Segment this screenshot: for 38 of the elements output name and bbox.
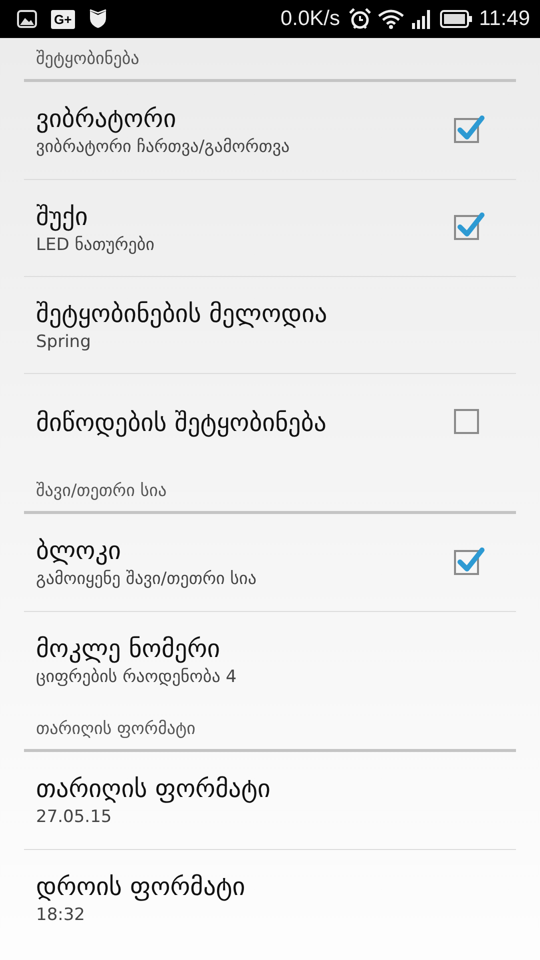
checkbox[interactable] xyxy=(454,112,486,142)
network-speed: 0.0K/s xyxy=(280,7,340,31)
checkbox[interactable] xyxy=(454,544,486,574)
item-title: შუქი xyxy=(36,202,89,230)
item-title: თარიღის ფორმატი xyxy=(36,774,270,803)
settings-item[interactable]: შეტყობინების მელოდია Spring xyxy=(24,276,516,373)
alarm-clock-icon xyxy=(349,8,371,30)
signal-icon xyxy=(411,9,433,29)
settings-item[interactable]: შუქი LED ნათურები xyxy=(24,179,516,276)
app-badge: G+ xyxy=(51,10,75,28)
section-header: შავი/თეთრი სია xyxy=(36,481,167,501)
settings-item[interactable]: დროის ფორმატი 18:32 xyxy=(24,849,516,946)
settings-item[interactable]: ბლოკი გამოიყენე შავი/თეთრი სია xyxy=(24,514,516,611)
settings-item[interactable]: მიწოდების შეტყობინება xyxy=(24,373,516,470)
item-summary: გამოიყენე შავი/თეთრი სია xyxy=(36,569,256,589)
picture-icon xyxy=(17,10,37,28)
settings-item[interactable]: მოკლე ნომერი ციფრების რაოდენობა 4 xyxy=(24,611,516,708)
item-title: ვიბრატორი xyxy=(36,104,178,133)
item-title: დროის ფორმატი xyxy=(36,872,246,900)
item-title: მიწოდების შეტყობინება xyxy=(36,408,326,436)
section-header: შეტყობინება xyxy=(36,49,140,69)
item-title: ბლოკი xyxy=(36,536,122,565)
item-summary: Spring xyxy=(36,332,92,352)
item-title: მოკლე ნომერი xyxy=(36,634,222,662)
battery-icon xyxy=(440,10,472,28)
settings-item[interactable]: თარიღის ფორმატი 27.05.15 xyxy=(24,752,516,849)
checkbox[interactable] xyxy=(454,210,486,240)
shield-icon xyxy=(88,9,107,29)
wifi-icon xyxy=(378,9,404,29)
item-summary: LED ნათურები xyxy=(36,234,154,254)
item-summary: 18:32 xyxy=(36,904,86,924)
section-header: თარიღის ფორმატი xyxy=(36,719,196,739)
item-summary: 27.05.15 xyxy=(36,807,113,827)
item-summary: ციფრების რაოდენობა 4 xyxy=(36,666,237,686)
settings-item[interactable]: ვიბრატორი ვიბრატორი ჩართვა/გამორთვა xyxy=(24,82,516,179)
item-summary: ვიბრატორი ჩართვა/გამორთვა xyxy=(36,137,290,157)
item-title: შეტყობინების მელოდია xyxy=(36,298,328,328)
clock-time: 11:49 xyxy=(479,7,530,31)
